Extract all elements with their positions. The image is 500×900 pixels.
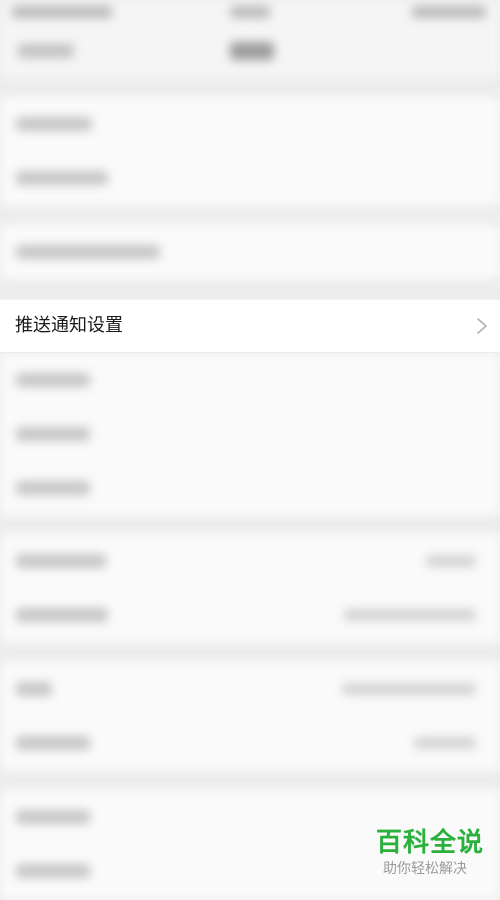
status-left xyxy=(12,6,112,18)
list-item[interactable] xyxy=(0,662,500,716)
row-text xyxy=(16,810,90,824)
row-value xyxy=(426,555,476,567)
push-notification-settings-label: 推送通知设置 xyxy=(15,315,123,336)
status-right xyxy=(412,6,486,18)
page-title xyxy=(230,42,274,60)
push-notification-settings-row[interactable]: 推送通知设置 xyxy=(0,299,500,353)
chevron-right-icon xyxy=(477,318,487,334)
list-item[interactable] xyxy=(0,534,500,588)
settings-group xyxy=(0,534,500,642)
settings-group xyxy=(0,662,500,770)
list-item[interactable] xyxy=(0,716,500,770)
list-item[interactable] xyxy=(0,461,500,515)
list-item[interactable] xyxy=(0,407,500,461)
row-text xyxy=(16,245,160,259)
watermark-title: 百科全说 xyxy=(376,828,485,858)
row-text xyxy=(16,117,92,131)
settings-group xyxy=(0,225,500,279)
watermark-subtitle: 助你轻松解决 xyxy=(383,861,467,877)
row-text xyxy=(16,481,90,495)
settings-group xyxy=(0,353,500,515)
list-item[interactable] xyxy=(0,151,500,205)
row-value xyxy=(414,737,476,749)
status-bar xyxy=(0,0,500,26)
row-text xyxy=(16,427,90,441)
row-value xyxy=(344,609,476,621)
row-text xyxy=(16,608,108,622)
list-item[interactable] xyxy=(0,225,500,279)
back-button[interactable] xyxy=(18,44,74,58)
row-text xyxy=(16,682,52,696)
blurred-background xyxy=(0,0,500,900)
row-text xyxy=(16,171,108,185)
row-value xyxy=(342,683,476,695)
row-text xyxy=(16,864,90,878)
nav-bar xyxy=(0,26,500,78)
row-text xyxy=(16,373,90,387)
list-item[interactable] xyxy=(0,97,500,151)
settings-group xyxy=(0,97,500,205)
row-text xyxy=(16,736,90,750)
row-text xyxy=(16,554,106,568)
list-item[interactable] xyxy=(0,588,500,642)
list-item[interactable] xyxy=(0,353,500,407)
status-time xyxy=(230,6,270,18)
